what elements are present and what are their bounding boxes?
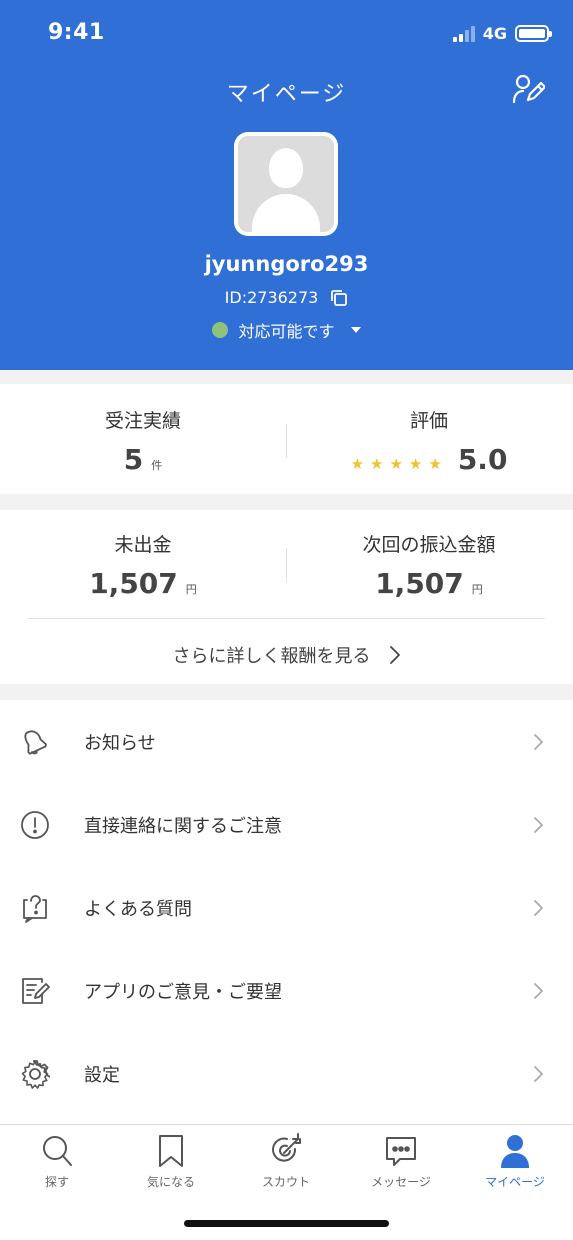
copy-icon[interactable] [330, 289, 348, 307]
user-id: ID:2736273 [224, 288, 319, 307]
gear-icon [21, 1059, 50, 1089]
star-icon: ★ [428, 455, 442, 473]
orders-unit: 件 [151, 459, 163, 472]
next-transfer-label: 次回の振込金額 [362, 534, 496, 556]
view-earnings-label: さらに詳しく報酬を見る [172, 646, 371, 667]
chevron-right-icon [534, 1065, 543, 1082]
username: jyunngoro293 [204, 252, 369, 276]
menu-item-faq[interactable]: よくある質問 [0, 866, 573, 949]
next-transfer-unit: 円 [471, 583, 483, 596]
signal-icon [452, 25, 475, 42]
star-icon: ★ [408, 455, 423, 473]
menu-label: お知らせ [84, 732, 156, 754]
menu-label: アプリのご意見・ご要望 [84, 981, 282, 1003]
chevron-right-icon [534, 899, 543, 916]
rating-stat: 評価 ★ ★ ★ ★ ★ 5.0 [286, 406, 572, 476]
battery-icon [515, 25, 552, 42]
question-bubble-icon [23, 894, 47, 923]
tab-label: スカウト [261, 1175, 310, 1189]
chevron-right-icon [389, 646, 400, 664]
profile-header: 9:41 4G マイページ jyunngoro293 ID:2736273 対応… [0, 0, 573, 370]
availability-selector[interactable]: 対応可能です [0, 318, 573, 342]
divider [28, 618, 545, 619]
orders-label: 受注実績 [104, 410, 181, 432]
next-transfer-stat: 次回の振込金額 1,507 円 [286, 530, 572, 600]
tab-favorites[interactable]: 気になる [114, 1133, 228, 1190]
menu-item-settings[interactable]: 設定 [0, 1032, 573, 1115]
status-indicators: 4G [452, 24, 552, 43]
target-arrow-icon [272, 1133, 301, 1162]
menu-list: お知らせ 直接連絡に関するご注意 よくある質問 アプリのご意見・ご要望 設定 [0, 700, 573, 1124]
unpaid-value: 1,507 [89, 567, 178, 600]
network-type: 4G [482, 24, 507, 43]
tab-mypage[interactable]: マイページ [458, 1133, 572, 1190]
edit-profile-icon [512, 74, 547, 104]
unpaid-label: 未出金 [114, 534, 172, 556]
caret-down-icon [350, 327, 361, 333]
tab-scout[interactable]: スカウト [229, 1133, 343, 1190]
chat-bubble-icon [386, 1137, 416, 1166]
page-title: マイページ [226, 82, 347, 107]
star-icon: ★ [350, 455, 365, 473]
menu-label: 直接連絡に関するご注意 [84, 815, 282, 837]
user-id-row: ID:2736273 [0, 288, 573, 307]
tab-label: マイページ [485, 1175, 545, 1189]
chevron-right-icon [534, 733, 543, 750]
tab-messages[interactable]: メッセージ [344, 1133, 458, 1190]
rating-label: 評価 [409, 410, 448, 432]
feedback-edit-icon [22, 977, 50, 1004]
edit-profile-button[interactable] [511, 72, 547, 106]
menu-item-direct-contact-notice[interactable]: 直接連絡に関するご注意 [0, 783, 573, 866]
chevron-right-icon [534, 982, 543, 999]
availability-dot [212, 322, 229, 338]
orders-value: 5 [123, 443, 144, 476]
menu-label: 設定 [84, 1064, 120, 1086]
availability-label: 対応可能です [238, 322, 335, 341]
tab-label: 探す [44, 1175, 69, 1189]
tab-label: メッセージ [371, 1175, 431, 1189]
home-indicator [184, 1220, 389, 1227]
unpaid-stat: 未出金 1,507 円 [0, 530, 286, 600]
next-transfer-value: 1,507 [375, 567, 464, 600]
star-icon: ★ [389, 455, 403, 473]
avatar[interactable] [234, 132, 338, 236]
orders-stat: 受注実績 5 件 [0, 406, 286, 476]
tab-search[interactable]: 探す [0, 1133, 114, 1190]
menu-item-app-feedback[interactable]: アプリのご意見・ご要望 [0, 949, 573, 1032]
rating-value: 5.0 [457, 443, 508, 476]
bookmark-icon [159, 1135, 183, 1167]
menu-label: よくある質問 [84, 898, 192, 920]
search-icon [43, 1136, 72, 1166]
rating-stars: ★ ★ ★ ★ ★ [351, 455, 442, 473]
view-earnings-link[interactable]: さらに詳しく報酬を見る [0, 642, 573, 668]
star-icon: ★ [370, 455, 384, 473]
bell-icon [24, 729, 47, 755]
earnings-card: 未出金 1,507 円 次回の振込金額 1,507 円 さらに詳しく報酬を見る [0, 510, 573, 684]
menu-item-notifications[interactable]: お知らせ [0, 700, 573, 783]
person-icon [501, 1135, 529, 1168]
unpaid-unit: 円 [185, 583, 197, 596]
status-time: 9:41 [48, 20, 105, 45]
tab-label: 気になる [146, 1175, 195, 1189]
chevron-right-icon [534, 816, 543, 833]
warning-circle-icon [21, 810, 49, 839]
stats-card: 受注実績 5 件 評価 ★ ★ ★ ★ ★ 5.0 [0, 384, 573, 494]
